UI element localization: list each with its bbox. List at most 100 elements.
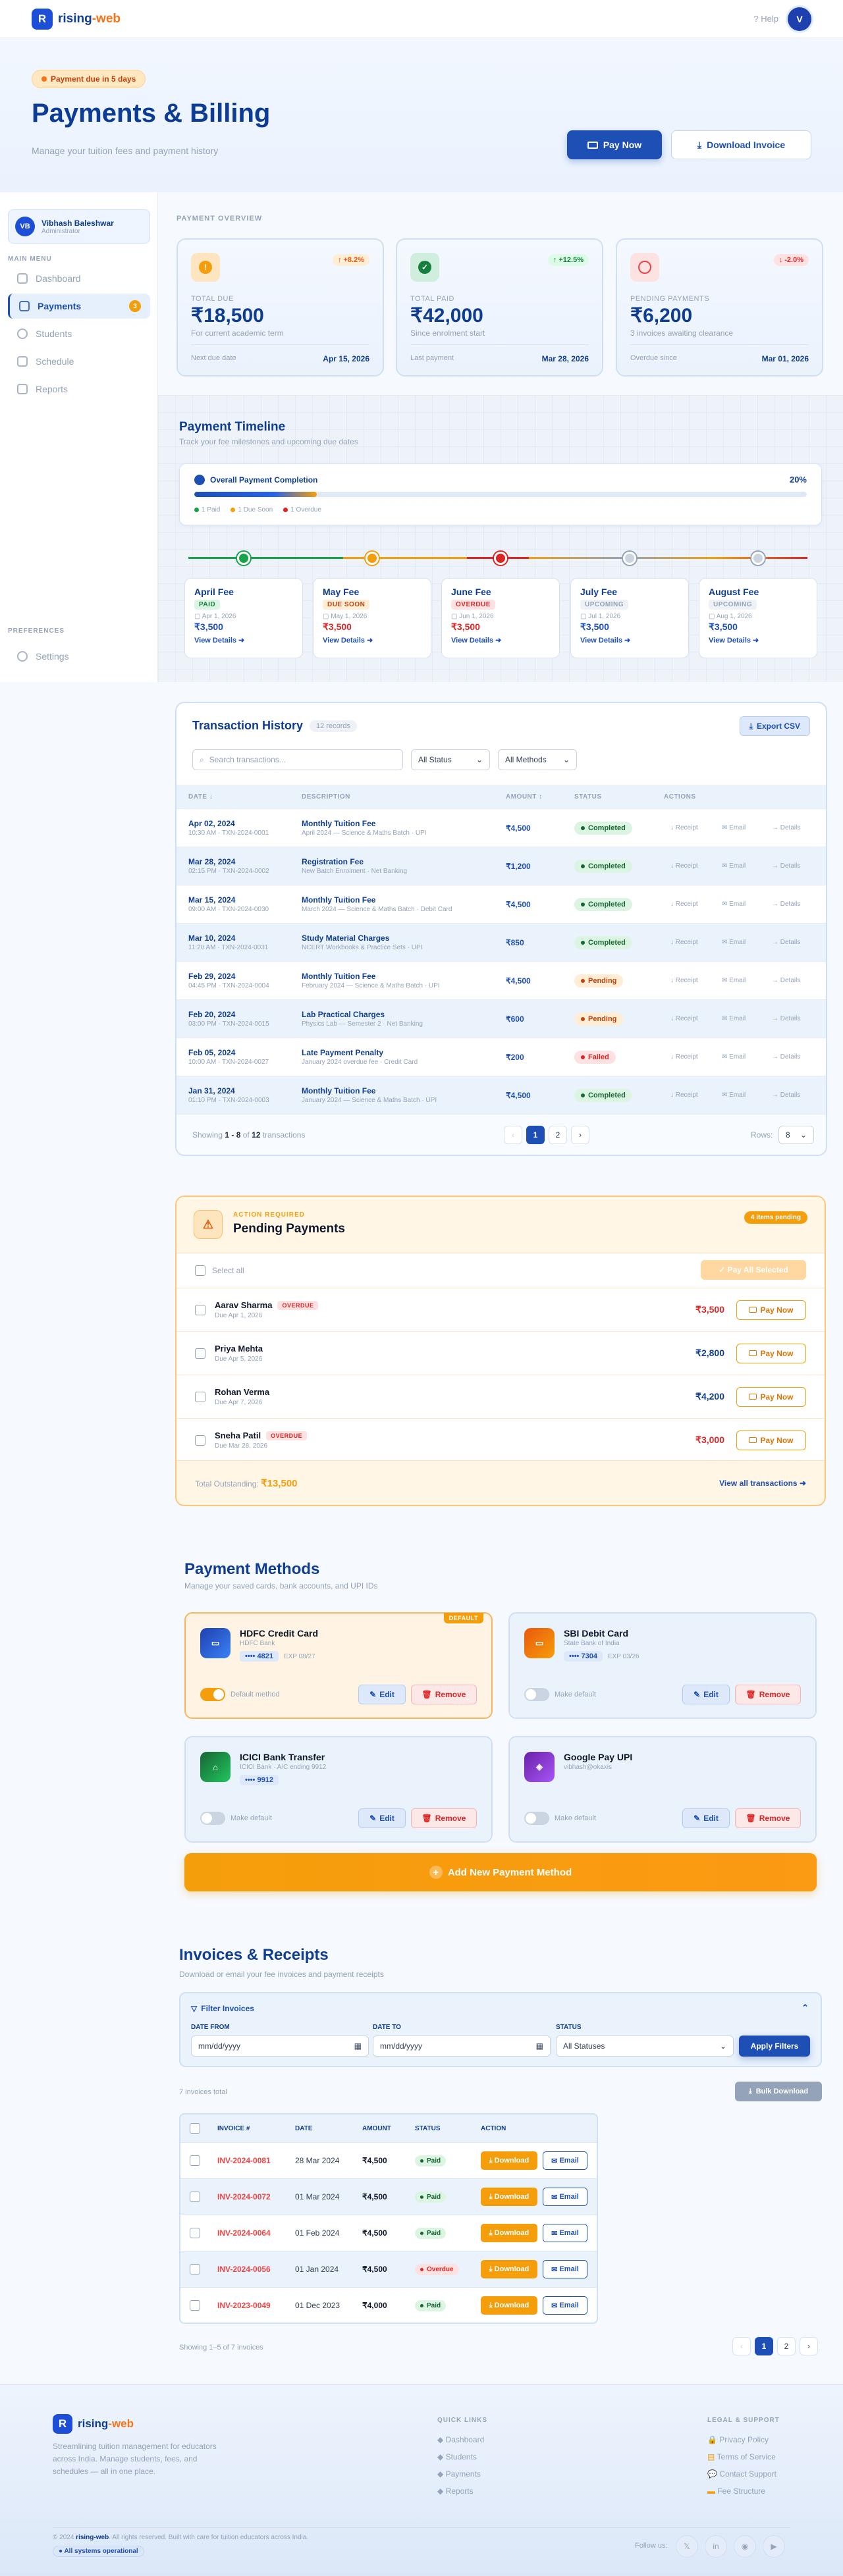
prev-page-button[interactable]: ‹ xyxy=(504,1125,522,1144)
footer-logo[interactable]: R rising-web xyxy=(53,2414,134,2434)
timeline-card-april[interactable]: April Fee PAID ▢ Apr 1, 2026 ₹3,500 View… xyxy=(184,578,303,658)
invoice-id[interactable]: INV-2023-0049 xyxy=(217,2301,271,2310)
timeline-card-may[interactable]: May Fee DUE SOON ▢ May 1, 2026 ₹3,500 Vi… xyxy=(313,578,431,658)
receipt-action[interactable]: ↓ Receipt xyxy=(670,1015,698,1022)
details-action[interactable]: → Details xyxy=(772,1091,800,1099)
table-row[interactable]: Feb 05, 2024 10:00 AM · TXN-2024-0027 Late… xyxy=(177,1038,826,1076)
timeline-card-august[interactable]: August Fee UPCOMING ▢ Aug 1, 2026 ₹3,500… xyxy=(699,578,817,658)
receipt-action[interactable]: ↓ Receipt xyxy=(670,824,698,831)
pay-now-button[interactable]: Pay Now xyxy=(736,1386,806,1407)
view-details-link[interactable]: View Details ➜ xyxy=(323,636,422,644)
sidebar-item-payments[interactable]: Payments 3 xyxy=(8,294,150,319)
export-csv-button[interactable]: ⤓ Export CSV xyxy=(739,716,810,736)
youtube-icon[interactable]: ▶ xyxy=(763,2535,785,2558)
receipt-action[interactable]: ↓ Receipt xyxy=(670,977,698,984)
footer-link-students[interactable]: ◆ Students xyxy=(437,2448,484,2465)
page-2-button[interactable]: 2 xyxy=(777,2337,796,2355)
download-invoice-button[interactable]: ⤓ Download xyxy=(481,2224,537,2242)
remove-button[interactable]: 🗑 Remove xyxy=(411,1685,477,1704)
sidebar-item-schedule[interactable]: Schedule xyxy=(8,349,150,374)
receipt-action[interactable]: ↓ Receipt xyxy=(670,939,698,946)
sidebar-item-reports[interactable]: Reports xyxy=(8,377,150,402)
download-invoice-button[interactable]: ⤓ Download Invoice xyxy=(671,130,811,159)
email-invoice-button[interactable]: ✉ Email xyxy=(543,2260,587,2278)
col-amount[interactable]: AMOUNT ↕ xyxy=(506,793,543,801)
linkedin-icon[interactable]: in xyxy=(705,2535,727,2558)
email-action[interactable]: ✉ Email xyxy=(722,1091,746,1099)
details-action[interactable]: → Details xyxy=(772,977,800,984)
default-toggle[interactable] xyxy=(524,1688,549,1701)
pending-item-checkbox[interactable] xyxy=(195,1348,205,1359)
invoice-row[interactable]: INV-2024-0081 28 Mar 2024 ₹4,500 Paid ⤓ Down… xyxy=(180,2142,597,2178)
timeline-card-july[interactable]: July Fee UPCOMING ▢ Jul 1, 2026 ₹3,500 V… xyxy=(570,578,689,658)
remove-button[interactable]: 🗑 Remove xyxy=(411,1808,477,1828)
page-2-button[interactable]: 2 xyxy=(549,1125,567,1144)
details-action[interactable]: → Details xyxy=(772,1053,800,1061)
page-1-button[interactable]: 1 xyxy=(526,1125,545,1144)
footer-link-reports[interactable]: ◆ Reports xyxy=(437,2483,484,2500)
status-filter-select[interactable]: All Status ⌄ xyxy=(411,749,490,770)
collapse-chevron-icon[interactable]: ⌃ xyxy=(802,2003,809,2013)
table-row[interactable]: Mar 10, 2024 11:20 AM · TXN-2024-0031 Stud… xyxy=(177,923,826,961)
date-from-input[interactable]: mm/dd/yyyy ▦ xyxy=(191,2036,369,2057)
edit-button[interactable]: ✎ Edit xyxy=(358,1685,406,1704)
user-card[interactable]: VB Vibhash Baleshwar Administrator xyxy=(8,209,150,244)
pay-now-button[interactable]: Pay Now xyxy=(736,1300,806,1320)
view-details-link[interactable]: View Details ➜ xyxy=(451,636,550,644)
invoice-id[interactable]: INV-2024-0056 xyxy=(217,2265,271,2274)
table-row[interactable]: Mar 15, 2024 09:00 AM · TXN-2024-0030 Mont… xyxy=(177,885,826,923)
view-details-link[interactable]: View Details ➜ xyxy=(709,636,807,644)
bulk-download-button[interactable]: ⤓ Bulk Download xyxy=(735,2082,822,2101)
remove-button[interactable]: 🗑 Remove xyxy=(735,1808,801,1828)
invoice-row[interactable]: INV-2024-0072 01 Mar 2024 ₹4,500 Paid ⤓ Down… xyxy=(180,2178,597,2215)
x-twitter-icon[interactable]: 𝕏 xyxy=(676,2535,698,2558)
download-invoice-button[interactable]: ⤓ Download xyxy=(481,2151,537,2170)
method-filter-select[interactable]: All Methods ⌄ xyxy=(498,749,577,770)
invoice-id[interactable]: INV-2024-0081 xyxy=(217,2156,271,2165)
view-details-link[interactable]: View Details ➜ xyxy=(194,636,293,644)
edit-button[interactable]: ✎ Edit xyxy=(682,1685,730,1704)
next-page-button[interactable]: › xyxy=(571,1125,589,1144)
pending-item-checkbox[interactable] xyxy=(195,1434,205,1446)
details-action[interactable]: → Details xyxy=(772,1015,800,1022)
table-row[interactable]: Apr 02, 2024 10:30 AM · TXN-2024-0001 Mont… xyxy=(177,808,826,847)
details-action[interactable]: → Details xyxy=(772,862,800,870)
details-action[interactable]: → Details xyxy=(772,901,800,908)
timeline-card-june[interactable]: June Fee OVERDUE ▢ Jun 1, 2026 ₹3,500 Vi… xyxy=(441,578,560,658)
date-to-input[interactable]: mm/dd/yyyy ▦ xyxy=(373,2036,551,2057)
select-all-invoices-checkbox[interactable] xyxy=(190,2123,200,2134)
sidebar-item-settings[interactable]: Settings xyxy=(8,644,150,669)
footer-link-privacy[interactable]: 🔒 Privacy Policy xyxy=(707,2431,776,2448)
prev-page-button[interactable]: ‹ xyxy=(732,2337,751,2355)
edit-button[interactable]: ✎ Edit xyxy=(682,1808,730,1828)
sidebar-item-students[interactable]: Students xyxy=(8,321,150,346)
footer-link-fees[interactable]: ▬ Fee Structure xyxy=(707,2483,776,2500)
invoice-status-select[interactable]: All Statuses ⌄ xyxy=(556,2036,734,2057)
download-invoice-button[interactable]: ⤓ Download xyxy=(481,2188,537,2206)
pay-all-selected-button[interactable]: ✓ Pay All Selected xyxy=(701,1260,806,1280)
search-transactions-input[interactable]: ⌕ Search transactions... xyxy=(192,749,403,770)
email-action[interactable]: ✉ Email xyxy=(722,824,746,831)
email-action[interactable]: ✉ Email xyxy=(722,939,746,946)
pay-now-button[interactable]: Pay Now xyxy=(736,1430,806,1450)
receipt-action[interactable]: ↓ Receipt xyxy=(670,862,698,870)
default-toggle[interactable] xyxy=(524,1812,549,1825)
email-invoice-button[interactable]: ✉ Email xyxy=(543,2151,587,2170)
table-row[interactable]: Feb 20, 2024 03:00 PM · TXN-2024-0015 Lab … xyxy=(177,999,826,1038)
invoice-row[interactable]: INV-2024-0064 01 Feb 2024 ₹4,500 Paid ⤓ Down… xyxy=(180,2215,597,2251)
table-row[interactable]: Mar 28, 2024 02:15 PM · TXN-2024-0002 Regi… xyxy=(177,847,826,885)
sidebar-item-dashboard[interactable]: Dashboard xyxy=(8,266,150,291)
default-toggle[interactable] xyxy=(200,1812,225,1825)
view-details-link[interactable]: View Details ➜ xyxy=(580,636,679,644)
remove-button[interactable]: 🗑 Remove xyxy=(735,1685,801,1704)
invoice-id[interactable]: INV-2024-0064 xyxy=(217,2228,271,2238)
rows-per-page-select[interactable]: 8 ⌄ xyxy=(778,1125,814,1144)
user-avatar[interactable]: V xyxy=(788,7,811,31)
apply-filters-button[interactable]: Apply Filters xyxy=(739,2036,810,2057)
invoice-checkbox[interactable] xyxy=(190,2300,200,2311)
default-toggle[interactable] xyxy=(200,1688,225,1701)
invoice-checkbox[interactable] xyxy=(190,2264,200,2274)
pay-now-button[interactable]: Pay Now xyxy=(736,1343,806,1363)
view-all-transactions-link[interactable]: View all transactions ➜ xyxy=(719,1479,806,1488)
email-action[interactable]: ✉ Email xyxy=(722,1015,746,1022)
